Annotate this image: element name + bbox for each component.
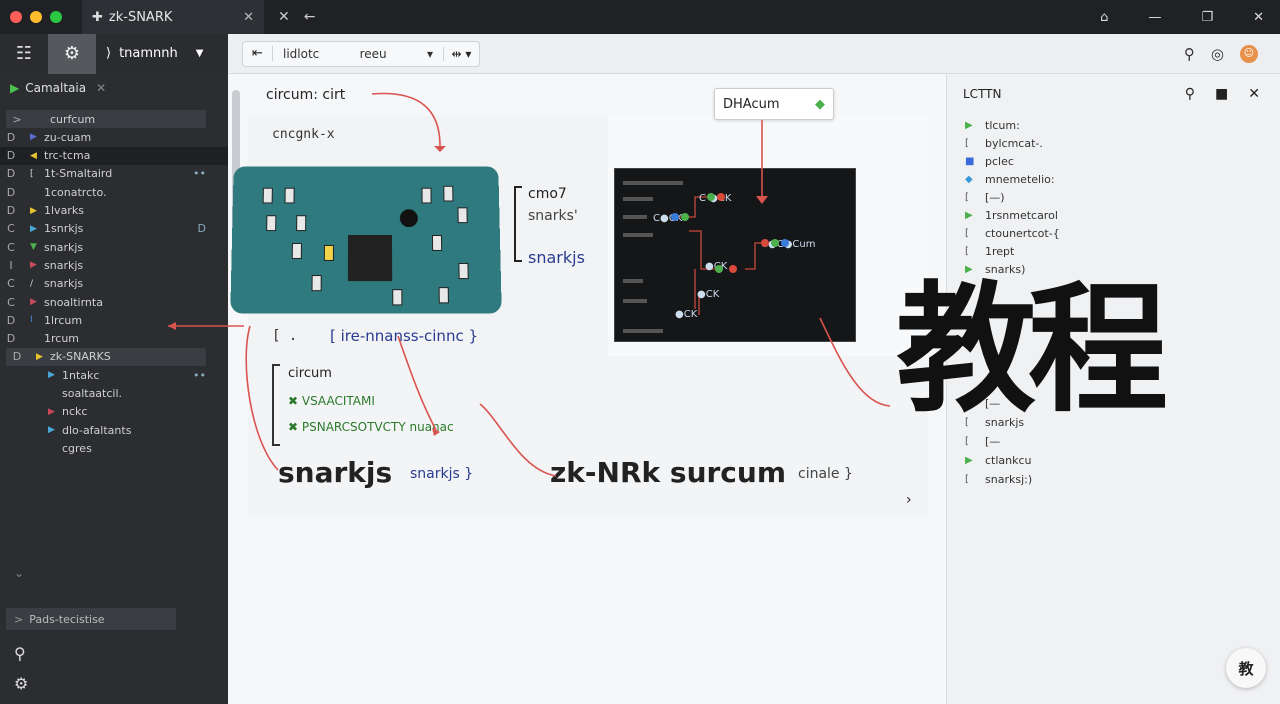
outline-marker: ◆ [965, 173, 973, 185]
outline-item[interactable]: [ [—) [965, 188, 1005, 206]
close-icon[interactable]: ✕ [1248, 86, 1260, 102]
outline-item-label: snarksj:) [985, 472, 1033, 486]
outline-item[interactable]: [ [— [965, 432, 1000, 450]
outline-item[interactable]: [ bylcmcat-. [965, 134, 1043, 152]
outline-item-label: 1rept [985, 244, 1015, 258]
outline-marker: [ [965, 473, 969, 485]
arrowhead [168, 322, 176, 330]
arrowhead [434, 146, 446, 152]
outline-actions: ⚲ ■ ✕ [1185, 86, 1260, 102]
outline-marker: [ [965, 227, 969, 239]
outline-item-label: [— [985, 434, 1001, 448]
outline-title: LCTTN [963, 87, 1002, 101]
outline-item[interactable]: [1rept [965, 242, 1014, 260]
annotation-arrow [479, 403, 557, 477]
outline-item-label: 1rsnmetcarol [985, 208, 1058, 222]
outline-marker: ▶ [965, 454, 973, 466]
outline-marker: ▶ [965, 119, 973, 131]
arrowhead [756, 196, 768, 204]
outline-marker: [ [965, 435, 969, 447]
outline-marker: [ [965, 245, 969, 257]
outline-item-label: tlcum: [985, 118, 1020, 132]
outline-item-label: [—) [985, 190, 1005, 204]
outline-header: LCTTN ⚲ ■ ✕ [947, 74, 1280, 114]
outline-item[interactable]: ■ pclec [965, 152, 1014, 170]
outline-marker: ▶ [965, 209, 973, 221]
outline-item-label: pclec [985, 154, 1014, 168]
annotation-arrow [245, 325, 279, 471]
outline-item-label: bylcmcat-. [985, 136, 1043, 150]
outline-marker: [ [965, 191, 969, 203]
annotation-arrow [397, 335, 437, 431]
outline-item[interactable]: [ snarksj:) [965, 470, 1032, 488]
outline-item-label: mnemetelio: [985, 172, 1055, 186]
outline-item[interactable]: ▶ 1rsnmetcarol [965, 206, 1058, 224]
floating-action-button[interactable]: 教 [1226, 648, 1266, 688]
search-icon[interactable]: ⚲ [1185, 86, 1195, 102]
outline-marker: [ [965, 137, 969, 149]
outline-item[interactable]: ▶ tlcum: [965, 116, 1020, 134]
annotation-arrow [819, 317, 891, 407]
annotation-arrow [371, 92, 441, 147]
outline-item[interactable]: ▶ ctlankcu [965, 451, 1032, 469]
stop-icon[interactable]: ■ [1215, 86, 1228, 102]
outline-item[interactable]: [ ctounertcot-{ [965, 224, 1060, 242]
outline-item-label: ctlankcu [985, 453, 1032, 467]
outline-marker: ■ [965, 155, 975, 167]
outline-item[interactable]: ◆ mnemetelio: [965, 170, 1055, 188]
tutorial-overlay-text: 教程 [896, 268, 1168, 432]
outline-item-label: ctounertcot-{ [985, 226, 1060, 240]
